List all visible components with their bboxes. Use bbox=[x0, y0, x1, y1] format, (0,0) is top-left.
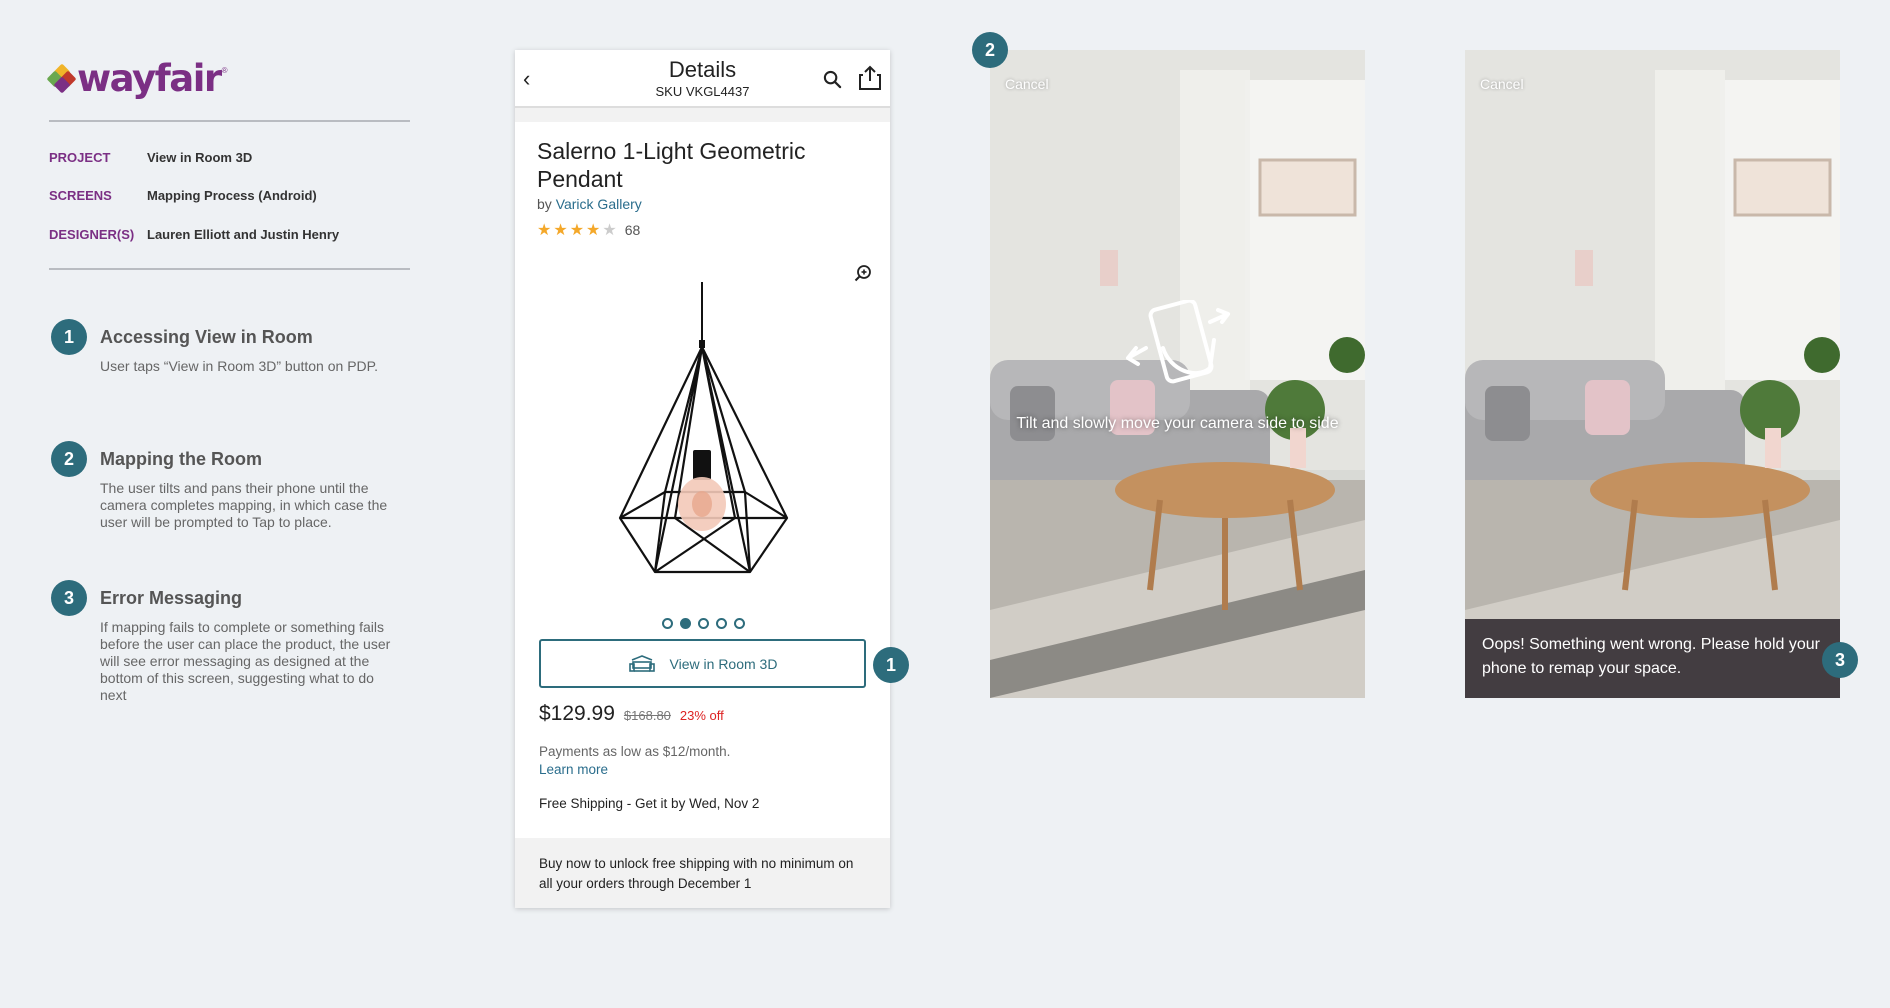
wayfair-logo: wayfair ® bbox=[46, 57, 228, 100]
star-icon: ★ bbox=[553, 222, 568, 239]
star-icon: ★ bbox=[569, 222, 585, 239]
meta-key: PROJECT bbox=[49, 150, 111, 165]
share-icon[interactable] bbox=[858, 65, 882, 96]
cancel-button[interactable]: Cancel bbox=[1480, 76, 1524, 92]
product-detail-screen: ‹ Details SKU VKGL4437 Salerno 1-Light G… bbox=[515, 50, 890, 908]
shipping-info: Free Shipping - Get it by Wed, Nov 2 bbox=[539, 796, 760, 811]
pendant-lamp-image[interactable] bbox=[595, 282, 810, 592]
image-carousel-dots[interactable] bbox=[662, 618, 752, 629]
step-title: Accessing View in Room bbox=[100, 327, 313, 347]
carousel-dot-active[interactable] bbox=[680, 618, 691, 629]
meta-screens: SCREENS Mapping Process (Android) bbox=[49, 188, 317, 203]
star-icon: ★ bbox=[537, 222, 552, 239]
step-accessing-view-in-room: 1 Accessing View in Room User taps “View… bbox=[51, 319, 391, 375]
cancel-button[interactable]: Cancel bbox=[1005, 76, 1049, 92]
promo-banner: Buy now to unlock free shipping with no … bbox=[515, 838, 890, 908]
carousel-dot[interactable] bbox=[698, 618, 709, 629]
callout-badge-1: 1 bbox=[873, 647, 909, 683]
brand-link[interactable]: Varick Gallery bbox=[556, 196, 642, 212]
star-icon: ★ bbox=[586, 222, 601, 239]
tilt-phone-icon bbox=[1126, 300, 1230, 384]
star-empty-icon: ★ bbox=[602, 222, 617, 239]
product-name: Salerno 1-Light Geometric Pendant bbox=[537, 138, 806, 192]
payments-text: Payments as low as $12/month. bbox=[539, 744, 731, 759]
callout-badge-2: 2 bbox=[972, 32, 1008, 68]
sale-price: $129.99 bbox=[539, 702, 615, 725]
meta-project: PROJECT View in Room 3D bbox=[49, 150, 252, 165]
sofa-icon bbox=[628, 654, 655, 672]
mapping-screen: Cancel Tilt and slowly move your camera … bbox=[990, 50, 1365, 698]
discount-badge: 23% off bbox=[679, 708, 724, 723]
step-error-messaging: 3 Error Messaging If mapping fails to co… bbox=[51, 580, 391, 704]
mapping-instruction: Tilt and slowly move your camera side to… bbox=[1016, 415, 1339, 432]
callout-badge-3: 3 bbox=[1822, 642, 1858, 678]
back-icon[interactable]: ‹ bbox=[523, 66, 530, 92]
rating-count: 68 bbox=[624, 222, 641, 238]
step-mapping-the-room: 2 Mapping the Room The user tilts and pa… bbox=[51, 441, 391, 531]
meta-designers: DESIGNER(S) Lauren Elliott and Justin He… bbox=[49, 227, 339, 242]
rating[interactable]: ★ ★ ★ ★ ★ 68 bbox=[537, 220, 868, 240]
wayfair-logo-mark bbox=[46, 63, 77, 94]
meta-key: SCREENS bbox=[49, 188, 112, 203]
app-header: ‹ Details SKU VKGL4437 bbox=[515, 50, 890, 108]
meta-value: Lauren Elliott and Justin Henry bbox=[147, 227, 340, 242]
search-icon[interactable] bbox=[823, 70, 842, 94]
step-description: User taps “View in Room 3D” button on PD… bbox=[100, 358, 379, 374]
meta-key: DESIGNER(S) bbox=[49, 227, 135, 242]
room-camera-view bbox=[1465, 50, 1840, 698]
meta-value: Mapping Process (Android) bbox=[147, 188, 317, 203]
step-description: The user tilts and pans their phone unti… bbox=[100, 480, 388, 530]
zoom-icon[interactable] bbox=[854, 264, 872, 287]
step-number-badge: 2 bbox=[51, 441, 87, 477]
view-in-room-3d-button[interactable]: View in Room 3D bbox=[539, 639, 866, 688]
error-screen: Cancel Oops! Something went wrong. Pleas… bbox=[1465, 50, 1840, 698]
divider bbox=[49, 120, 410, 122]
learn-more-link[interactable]: Learn more bbox=[539, 761, 730, 779]
logo-wordmark: wayfair bbox=[77, 57, 222, 100]
financing-info: Payments as low as $12/month. Learn more bbox=[539, 743, 730, 779]
carousel-dot[interactable] bbox=[734, 618, 745, 629]
step-title: Error Messaging bbox=[100, 588, 243, 608]
original-price: $168.80 bbox=[623, 708, 671, 723]
price-row: $129.99 $168.80 23% off bbox=[539, 702, 724, 726]
carousel-dot[interactable] bbox=[716, 618, 727, 629]
error-message-bar: Oops! Something went wrong. Please hold … bbox=[1465, 619, 1840, 698]
carousel-dot[interactable] bbox=[662, 618, 673, 629]
divider bbox=[49, 268, 410, 270]
product-brand: by Varick Gallery bbox=[537, 196, 642, 212]
view-in-room-label: View in Room 3D bbox=[669, 655, 778, 672]
step-number-badge: 1 bbox=[51, 319, 87, 355]
meta-value: View in Room 3D bbox=[147, 150, 253, 165]
step-title: Mapping the Room bbox=[100, 449, 262, 469]
step-description: If mapping fails to complete or somethin… bbox=[100, 619, 391, 703]
step-number-badge: 3 bbox=[51, 580, 87, 616]
